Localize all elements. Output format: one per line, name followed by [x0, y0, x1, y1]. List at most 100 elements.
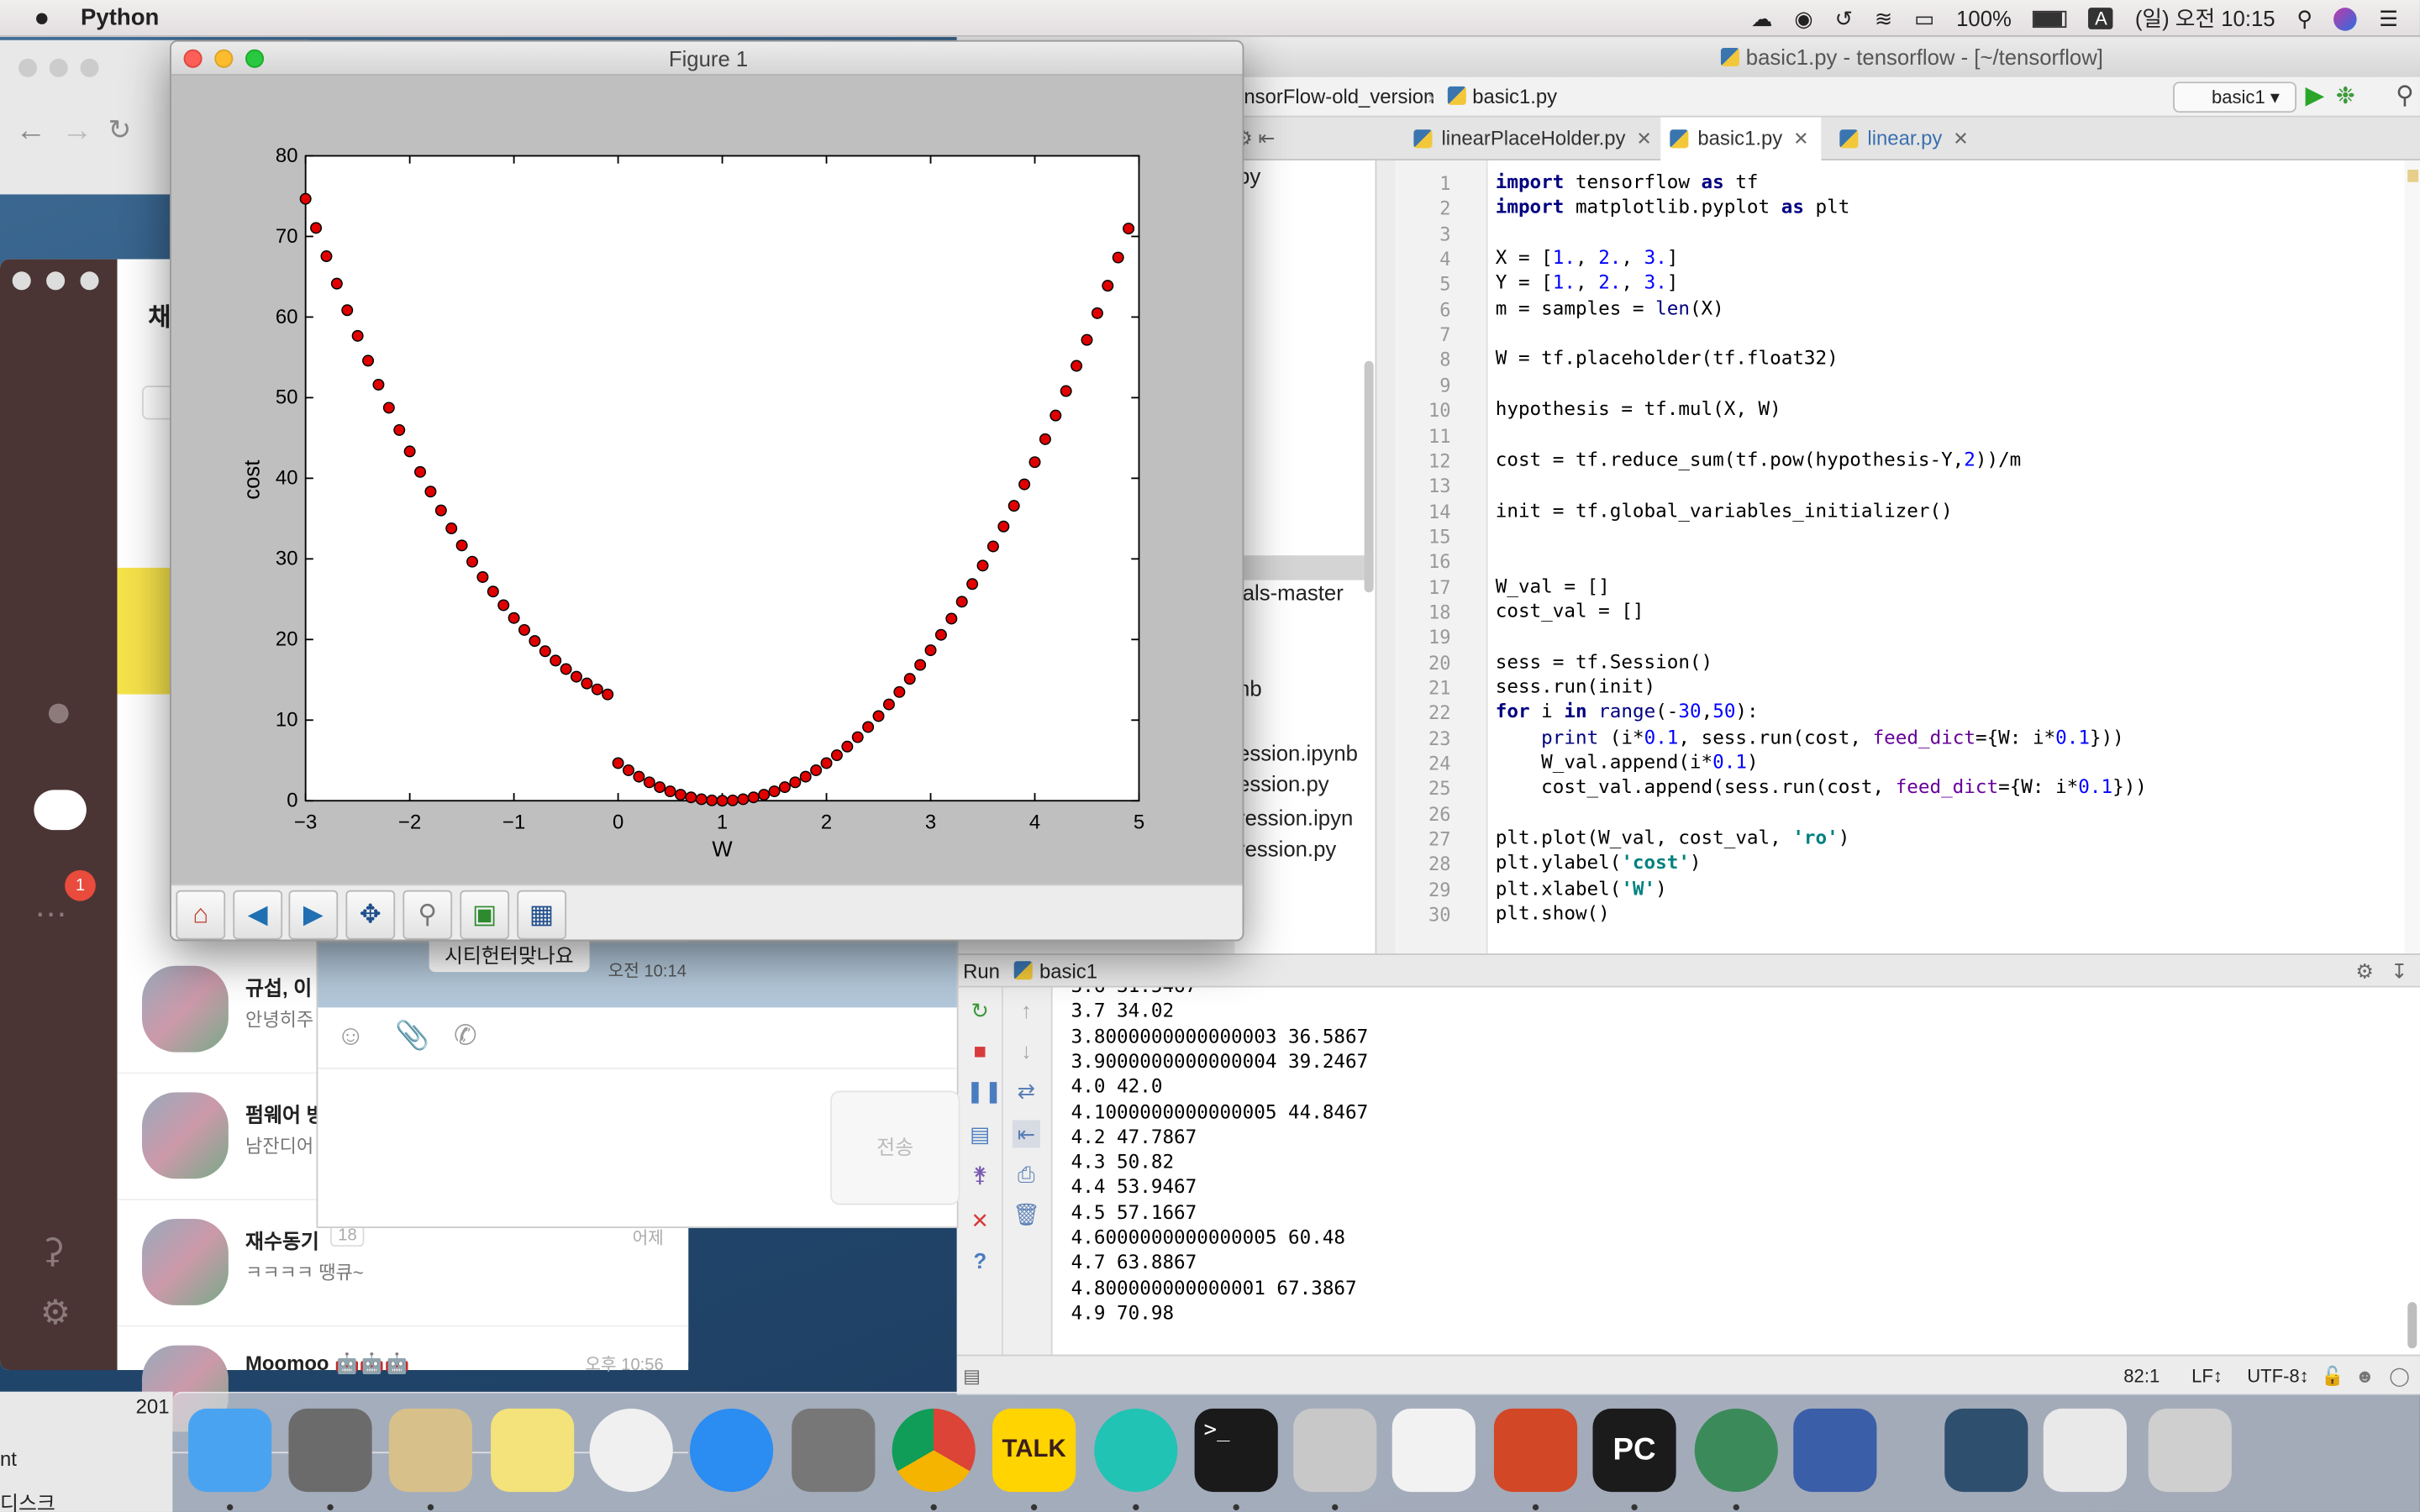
tab-linear[interactable]: linear.py ✕: [1830, 118, 1981, 160]
soft-wrap-icon[interactable]: ⇄: [1013, 1077, 1040, 1105]
window-zoom-dot[interactable]: [80, 271, 99, 291]
code-line[interactable]: plt.show(): [1496, 903, 1610, 925]
mute-icon[interactable]: ⚳: [40, 1231, 66, 1272]
system-preferences-icon[interactable]: [792, 1408, 876, 1493]
zoom-rect-button[interactable]: ⚲: [402, 890, 453, 940]
hide-panel-icon[interactable]: ↧: [2391, 955, 2407, 989]
project-item[interactable]: ression.ipyn: [1238, 806, 1353, 830]
tab-linearplaceholder[interactable]: linearPlaceHolder.py ✕: [1404, 118, 1657, 160]
close-tab-icon[interactable]: ✕: [1636, 128, 1651, 150]
code-line[interactable]: X = [1., 2., 3.]: [1496, 247, 1679, 269]
code-line[interactable]: cost_val.append(sess.run(cost, feed_dict…: [1496, 777, 2147, 799]
app-name[interactable]: Python: [81, 5, 159, 31]
settings-icon[interactable]: ⚙: [40, 1293, 71, 1333]
lock-icon[interactable]: 🔓: [2321, 1356, 2344, 1396]
forward-button[interactable]: ▶: [288, 890, 339, 940]
pan-button[interactable]: ✥: [345, 890, 396, 940]
home-button[interactable]: ⌂: [176, 890, 226, 940]
unknown-star-icon[interactable]: [1094, 1408, 1178, 1493]
pin-icon[interactable]: ⚵: [966, 1160, 994, 1188]
apple-icon[interactable]: ●: [34, 3, 50, 34]
reload-icon[interactable]: ↻: [108, 114, 132, 147]
kakaotalk-icon[interactable]: TALK: [992, 1408, 1076, 1493]
input-source[interactable]: A: [2088, 8, 2114, 29]
finder-icon[interactable]: [188, 1408, 272, 1493]
breadcrumb-folder[interactable]: nsorFlow-old_version: [1244, 77, 1434, 118]
chats-icon[interactable]: [34, 790, 87, 831]
inspector-icon[interactable]: ☻: [2355, 1356, 2375, 1396]
close-tab-icon[interactable]: ✕: [1793, 128, 1808, 150]
cloud-icon[interactable]: ☁: [1751, 5, 1773, 31]
code-line[interactable]: cost = tf.reduce_sum(tf.pow(hypothesis-Y…: [1496, 449, 2022, 470]
code-line[interactable]: W_val.append(i*0.1): [1496, 752, 1758, 774]
cursor-position[interactable]: 82:1: [2123, 1356, 2160, 1396]
project-item[interactable]: ials-master: [1238, 580, 1344, 605]
forward-arrow-icon[interactable]: →: [61, 114, 92, 150]
stop-icon[interactable]: ■: [966, 1037, 994, 1064]
pycharm-icon[interactable]: PC: [1592, 1408, 1676, 1493]
code-line[interactable]: hypothesis = tf.mul(X, W): [1496, 398, 1781, 420]
project-item[interactable]: ression.py: [1238, 836, 1336, 860]
run-icon[interactable]: ▶: [2305, 77, 2324, 118]
clock[interactable]: (일) 오전 10:15: [2135, 3, 2275, 34]
emoticon-icon[interactable]: ☺: [336, 1020, 365, 1053]
window-close-dot[interactable]: [12, 271, 31, 291]
code-line[interactable]: W = tf.placeholder(tf.float32): [1496, 348, 1839, 370]
run-console[interactable]: 3.6 31.5467 3.7 34.02 3.8000000000000003 3…: [1052, 987, 2420, 1355]
chrome-icon[interactable]: [892, 1408, 976, 1493]
mail-icon[interactable]: [388, 1408, 473, 1493]
run-config-dropdown[interactable]: basic1 ▾: [2173, 81, 2297, 113]
cost-plot[interactable]: −3 −2 −1 0 1 2 3 4 501020304050607080 W cost: [171, 76, 1244, 884]
toggle-panels-icon[interactable]: ▤: [963, 1356, 981, 1396]
siri-icon[interactable]: [2333, 7, 2358, 30]
scroll-to-end-icon[interactable]: ⇤: [1012, 1120, 1040, 1148]
debug-icon[interactable]: ❉: [2336, 77, 2355, 118]
project-item[interactable]: ession.ipynb: [1238, 741, 1358, 765]
code-lines[interactable]: 1 import tensorflow as tf 2 import matplotl…: [1395, 160, 2420, 963]
editor-scrollbar[interactable]: [2404, 160, 2420, 963]
layout-icon[interactable]: ▤: [966, 1120, 994, 1147]
attach-icon[interactable]: 📎: [395, 1020, 429, 1053]
zoom-icon[interactable]: [245, 49, 265, 68]
itunes-icon[interactable]: [589, 1408, 673, 1493]
code-line[interactable]: plt.plot(W_val, cost_val, 'ro'): [1496, 827, 1850, 849]
code-line[interactable]: init = tf.global_variables_initializer(): [1496, 499, 1953, 521]
project-item[interactable]: ession.py: [1238, 771, 1329, 795]
notification-center-icon[interactable]: ☰: [2379, 5, 2398, 31]
close-icon[interactable]: [183, 49, 203, 68]
pause-icon[interactable]: ❚❚: [966, 1077, 1002, 1105]
file-encoding[interactable]: UTF-8↕: [2247, 1356, 2308, 1396]
code-line[interactable]: import matplotlib.pyplot as plt: [1496, 197, 1850, 218]
subplots-button[interactable]: ▣: [460, 890, 510, 940]
back-button[interactable]: ◀: [233, 890, 283, 940]
code-line[interactable]: cost_val = []: [1496, 600, 1644, 622]
tab-basic1[interactable]: basic1.py ✕: [1660, 117, 1822, 161]
code-line[interactable]: for i in range(-30,50):: [1496, 701, 1759, 722]
call-icon[interactable]: ✆: [454, 1020, 477, 1053]
close-tab-icon[interactable]: ✕: [1953, 128, 1968, 150]
time-machine-icon[interactable]: ↺: [1835, 5, 1854, 31]
code-line[interactable]: import tensorflow as tf: [1496, 171, 1759, 193]
event-log-icon[interactable]: ◯: [2389, 1356, 2410, 1396]
window-minimize-dot[interactable]: [46, 271, 66, 291]
search-icon[interactable]: ⚲: [2396, 77, 2414, 118]
notes-icon[interactable]: [491, 1408, 575, 1493]
trash-icon[interactable]: [2148, 1408, 2232, 1493]
battery-percent[interactable]: 100%: [1956, 6, 2012, 30]
app-store-icon[interactable]: [690, 1408, 774, 1493]
atom-icon[interactable]: [1694, 1408, 1778, 1493]
minimize-icon[interactable]: [214, 49, 234, 68]
textedit-icon[interactable]: [1392, 1408, 1476, 1493]
project-scrollbar[interactable]: [1364, 360, 1374, 593]
line-separator[interactable]: LF↕: [2191, 1356, 2223, 1396]
clear-icon[interactable]: 🗑: [1013, 1200, 1040, 1228]
spotlight-icon[interactable]: ⚲: [2296, 5, 2312, 31]
preview-icon[interactable]: [1944, 1408, 2028, 1493]
up-arrow-icon[interactable]: ↑: [1013, 997, 1040, 1025]
terminal-icon[interactable]: >_: [1194, 1408, 1278, 1493]
back-arrow-icon[interactable]: ←: [15, 114, 46, 150]
save-button[interactable]: ▦: [517, 890, 567, 940]
code-line[interactable]: m = samples = len(X): [1496, 297, 1724, 319]
friends-icon[interactable]: ●: [34, 687, 83, 738]
more-icon[interactable]: …: [34, 885, 67, 926]
